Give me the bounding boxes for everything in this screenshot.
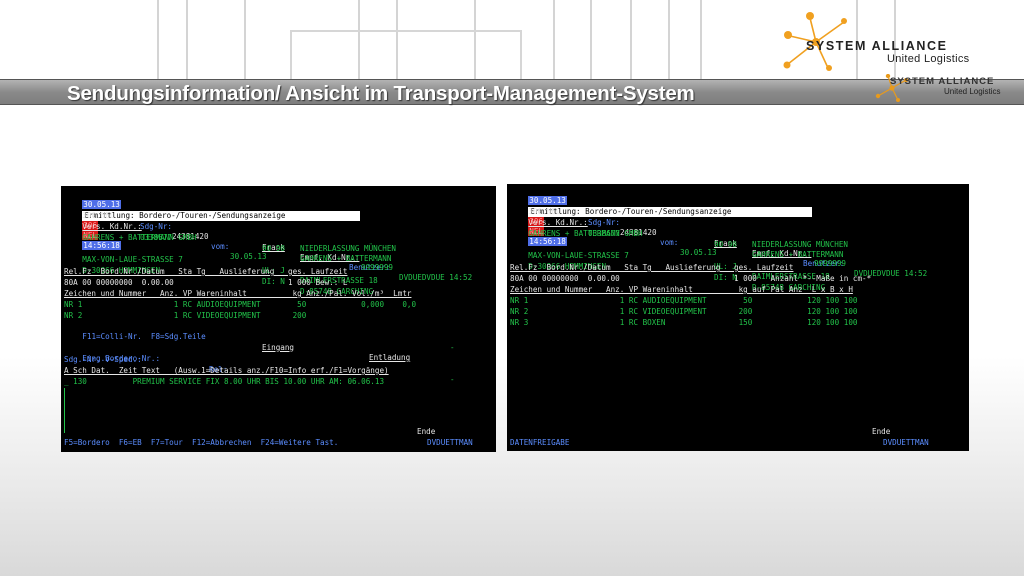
route-header: Rel.Fz Bord.Nr./Datum Sta Tg Auslieferun… [64,267,348,276]
recipient-branch: NIEDERLASSUNG MÜNCHEN [300,244,397,254]
entladung-label: Entladung [369,352,411,362]
vom-label: vom: [660,238,679,248]
sdg-vsped-label: Sdg.-Nr. V-Sped.: [64,355,142,364]
route-row: 80A 00 00000000 0.00.00 1 000 Bew.: L [64,278,348,287]
recipient-customer-number: 9999999 [814,259,847,269]
terminal-screen-left[interactable]: 30.05.13 Ermittlung: Bordero-/Touren-/Se… [61,186,496,452]
user-value: DVDUEDVDUE 14:52 [399,273,473,283]
recipient-name: GAHRENS + BATTERMANN [300,253,392,263]
goods-row[interactable]: NR 1 1 RC AUDIOEQUIPMENT 50 0,000 0,0 [64,300,416,310]
frank-code: 90 90 [714,239,737,249]
terminal-screen-right[interactable]: 30.05.13 Ermittlung: Bordero-/Touren-/Se… [507,184,969,451]
eingang-label: Eingang [262,342,295,352]
route-header: Rel.Fz Bord.Nr./Datum Sta Tg Auslieferun… [510,263,794,272]
vom-date: 30.05.13 [230,252,267,262]
page-title: Sendungsinformation/ Ansicht im Transpor… [67,82,695,105]
goods-header: Zeichen und Nummer Anz. VP Wareninhalt k… [510,285,853,294]
background-line [590,0,592,80]
background-line [668,0,670,80]
end-marker: Ende [417,427,436,436]
sender-name: GAHRENS + BATTERMANN GMBH [528,229,643,239]
background-line [157,0,159,80]
system-alliance-logo: SYSTEM ALLIANCE United Logistics [780,8,1005,72]
logo-sub-text: United Logistics [887,53,970,65]
background-line [553,0,555,80]
goods-header: Zeichen und Nummer Anz. VP Wareninhalt k… [64,289,412,298]
logo-brand-text: SYSTEM ALLIANCE [806,39,948,53]
rel-dash: - [450,374,455,384]
recipient-customer-number: 9999999 [361,263,394,273]
cursor-line [64,388,65,433]
goods-row[interactable]: NR 1 1 RC AUDIOEQUIPMENT 50 120 100 100 [510,296,857,306]
terminal-user: DVDUETTMAN [427,438,473,447]
background-line [630,0,632,80]
vom-label: vom: [211,242,230,252]
notes-row[interactable]: _ 130 PREMIUM SERVICE FIX 8.00 UHR BIS 1… [64,377,384,387]
function-keys-bar[interactable]: F5=Bordero F6=EB F7=Tour F12=Abbrechen F… [64,438,338,448]
background-frame [290,30,522,82]
goods-row[interactable]: NR 3 1 RC BOXEN 150 120 100 100 [510,318,857,328]
logo-small-brand-text: SYSTEM ALLIANCE [890,76,995,87]
notes-header: A Sch Dat. Zeit Text (Ausw.1=Details anz… [64,366,389,375]
vom-date: 30.05.13 [680,248,717,258]
system-alliance-logo-small: SYSTEM ALLIANCE United Logistics [874,74,1022,104]
goods-row[interactable]: NR 2 1 RC VIDEOEQUIPMENT 200 120 100 100 [510,307,857,317]
terminal-user: DVDUETTMAN [883,438,929,447]
end-marker: Ende [872,427,891,436]
route-row: 80A 00 00000000 0.00.00 1 000 Anzahl *--… [510,274,872,283]
recipient-name: GAHRENS + BATTERMANN [752,249,844,259]
logo-small-sub-text: United Logistics [944,87,1001,96]
frank-code: 90 90 [262,243,285,253]
data-release-key[interactable]: DATENFREIGABE [510,438,569,448]
background-line [700,0,702,80]
function-keys-colli: F11=Colli-Nr. F8=Sdg.Teile [82,332,206,342]
background-line [244,0,246,80]
sender-name: GAHRENS + BATTERMANN GMBH [82,233,197,243]
background-line [186,0,188,80]
eingang-dash: - [450,343,455,353]
goods-row[interactable]: NR 2 1 RC VIDEOEQUIPMENT 200 [64,311,306,321]
recipient-branch: NIEDERLASSUNG MÜNCHEN [752,240,849,250]
